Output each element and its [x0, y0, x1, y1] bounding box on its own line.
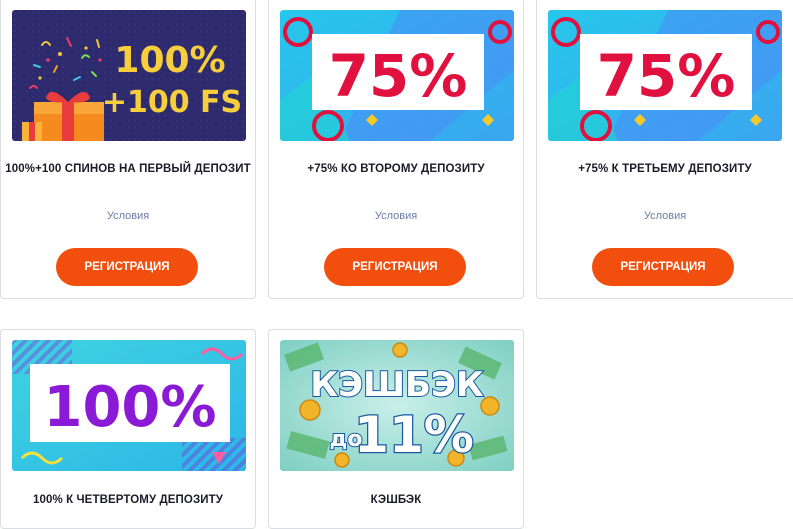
banner-headline: 75%	[329, 42, 468, 110]
register-button[interactable]: РЕГИСТРАЦИЯ	[56, 248, 198, 286]
bonus-card-first-deposit: 100% +100 FS 100%+100 СПИНОВ НА ПЕРВЫЙ Д…	[0, 0, 256, 299]
register-button[interactable]: РЕГИСТРАЦИЯ	[592, 248, 734, 286]
banner-percent: 11%	[354, 406, 474, 464]
bonus-title: КЭШБЭК	[370, 494, 422, 506]
bonus-title: +75% КО ВТОРОМУ ДЕПОЗИТУ	[307, 163, 485, 175]
bonus-banner-image: 100%	[12, 340, 246, 471]
bonus-title: 100% К ЧЕТВЕРТОМУ ДЕПОЗИТУ	[32, 494, 224, 506]
banner-headline: 100%	[43, 375, 216, 440]
banner-headline: КЭШБЭК	[310, 365, 484, 405]
bonus-card-cashback: КЭШБЭК до 11% КЭШБЭК	[268, 329, 524, 529]
terms-link[interactable]: Условия	[1, 210, 255, 222]
bonus-card-fourth-deposit: 100% 100% К ЧЕТВЕРТОМУ ДЕПОЗИТУ	[0, 329, 256, 529]
bonus-banner-image: 75%	[548, 10, 782, 141]
bonus-card-third-deposit: 75% +75% К ТРЕТЬЕМУ ДЕПОЗИТУ Условия РЕГ…	[536, 0, 793, 299]
bonus-title: +75% К ТРЕТЬЕМУ ДЕПОЗИТУ	[578, 163, 752, 175]
bonus-banner-image: 100% +100 FS	[12, 10, 246, 141]
register-button[interactable]: РЕГИСТРАЦИЯ	[324, 248, 466, 286]
terms-link[interactable]: Условия	[269, 210, 523, 222]
bonus-title: 100%+100 СПИНОВ НА ПЕРВЫЙ ДЕПОЗИТ	[5, 163, 251, 175]
banner-subline: +100 FS	[102, 85, 242, 120]
banner-headline: 100%	[114, 40, 225, 81]
bonus-card-second-deposit: 75% +75% КО ВТОРОМУ ДЕПОЗИТУ Условия РЕГ…	[268, 0, 524, 299]
bonus-banner-image: КЭШБЭК до 11%	[280, 340, 514, 471]
banner-headline: 75%	[597, 42, 736, 110]
terms-link[interactable]: Условия	[537, 210, 793, 222]
bonus-banner-image: 75%	[280, 10, 514, 141]
